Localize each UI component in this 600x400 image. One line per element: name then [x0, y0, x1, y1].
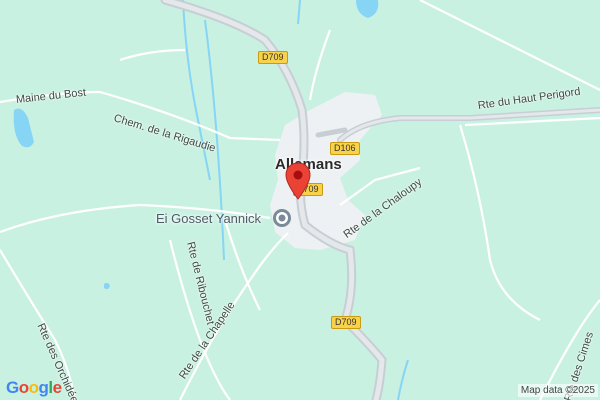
poi-label[interactable]: Ei Gosset Yannick: [156, 211, 261, 226]
pond-small: [104, 282, 110, 290]
map-attribution[interactable]: Map data ©2025: [517, 384, 598, 397]
pond-maine-du-bost: [13, 108, 34, 148]
map-pin-icon[interactable]: [285, 162, 311, 200]
road-shield-d106: D106: [330, 142, 360, 155]
road-shield-d709: D709: [258, 51, 288, 64]
map-base-layer: [0, 0, 600, 400]
logo-letter: g: [38, 378, 49, 397]
logo-letter: G: [6, 378, 19, 397]
google-logo: Google: [6, 378, 62, 398]
map-canvas[interactable]: D709 D709 D709 D106 Rte du Haut Perigord…: [0, 0, 600, 400]
logo-letter: o: [28, 378, 39, 397]
place-icon[interactable]: [272, 208, 292, 228]
logo-letter: e: [52, 378, 62, 397]
stream-4: [297, 0, 301, 25]
logo-letter: o: [18, 378, 29, 397]
pond-north: [356, 0, 379, 18]
road-shield-d709: D709: [331, 316, 361, 329]
stream-3: [397, 359, 409, 400]
